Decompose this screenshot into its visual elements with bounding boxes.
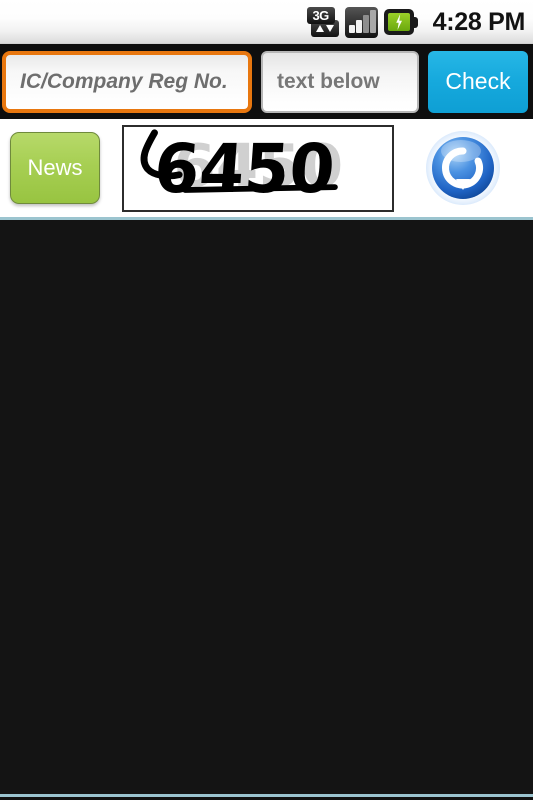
signal-bars-icon bbox=[344, 6, 378, 38]
input-toolbar: IC/Company Reg No. text below Check bbox=[0, 44, 533, 119]
refresh-captcha-button[interactable] bbox=[420, 125, 506, 211]
check-button[interactable]: Check bbox=[428, 50, 528, 113]
status-bar: 3G 4:28 PM bbox=[0, 0, 533, 44]
signal-bar-3 bbox=[362, 14, 369, 33]
status-icon-group: 3G 4:28 PM bbox=[306, 6, 526, 38]
webview-content-area[interactable] bbox=[0, 220, 533, 797]
battery-charging-icon bbox=[383, 9, 418, 35]
refresh-icon bbox=[426, 131, 500, 205]
captcha-image-svg: 6450 6450 bbox=[124, 126, 392, 210]
phone-screen: 3G 4:28 PM IC/Company Reg No. text below… bbox=[0, 0, 533, 800]
news-button[interactable]: News bbox=[10, 132, 100, 204]
captcha-code-text: 6450 bbox=[152, 130, 338, 208]
signal-bar-4 bbox=[369, 9, 376, 33]
signal-bar-2 bbox=[355, 19, 362, 33]
3g-icon-transfer-arrows bbox=[311, 20, 339, 37]
status-bar-clock: 4:28 PM bbox=[432, 7, 526, 36]
3g-data-icon: 3G bbox=[306, 6, 339, 38]
signal-bar-1 bbox=[348, 24, 355, 33]
arrow-down-icon bbox=[325, 25, 334, 32]
captcha-toolbar: News 6450 6450 bbox=[0, 119, 533, 220]
captcha-answer-input[interactable]: text below bbox=[261, 50, 419, 113]
arrow-up-icon bbox=[315, 25, 324, 32]
captcha-image: 6450 6450 bbox=[122, 124, 394, 212]
reg-no-input[interactable]: IC/Company Reg No. bbox=[2, 50, 252, 113]
